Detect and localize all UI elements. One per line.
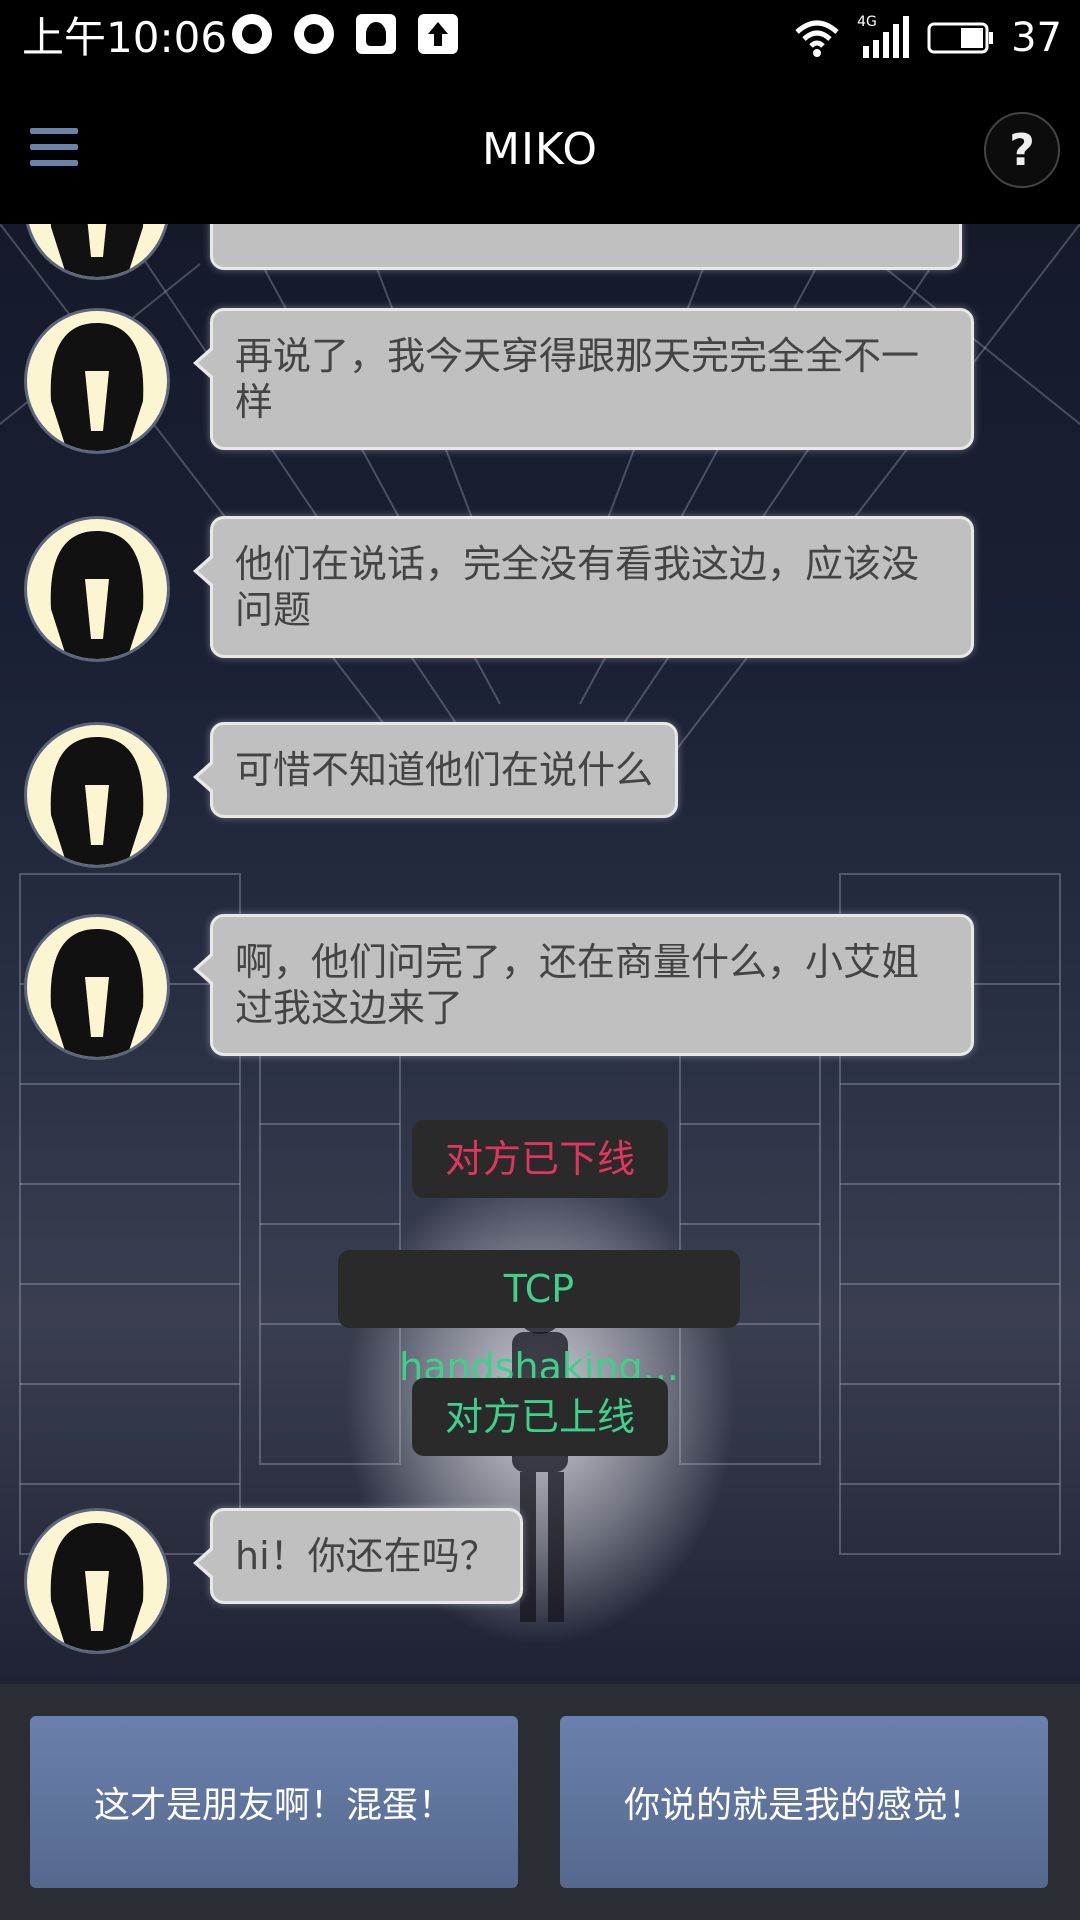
reply-options: 这才是朋友啊！混蛋！ 你说的就是我的感觉！ <box>0 1684 1080 1920</box>
avatar <box>24 1508 170 1654</box>
avatar <box>24 516 170 662</box>
battery-icon <box>927 18 995 58</box>
status-right: 4G 37 <box>793 10 1062 66</box>
page-title: MIKO <box>481 124 599 175</box>
status-bar: 上午10:06 4G 37 <box>0 0 1080 76</box>
battery-level: 37 <box>1011 15 1062 61</box>
message-bubble <box>210 224 962 270</box>
system-status-handshake: TCP handshaking... <box>338 1250 740 1389</box>
sync-icon <box>232 14 272 54</box>
help-button[interactable]: ? <box>984 112 1060 188</box>
system-status-offline: 对方已下线 <box>412 1120 668 1198</box>
sync-icon <box>294 14 334 54</box>
system-status-online: 对方已上线 <box>412 1378 668 1456</box>
status-time: 上午10:06 <box>22 13 228 62</box>
avatar <box>24 722 170 868</box>
message-bubble: hi！你还在吗？ <box>193 1508 523 1604</box>
network-type: 4G <box>857 14 877 30</box>
message-bubble: 他们在说话，完全没有看我这边，应该没问题 <box>193 516 974 658</box>
qq-icon <box>356 14 396 54</box>
message-bubble: 再说了，我今天穿得跟那天完完全全不一样 <box>193 308 974 450</box>
wifi-icon <box>793 18 841 58</box>
avatar <box>24 308 170 454</box>
upload-icon <box>418 14 458 54</box>
signal-icon: 4G <box>857 14 911 60</box>
avatar <box>24 914 170 1060</box>
notification-icons <box>232 14 458 54</box>
reply-option-button[interactable]: 这才是朋友啊！混蛋！ <box>30 1716 518 1888</box>
app-bar: MIKO ? <box>0 76 1080 224</box>
chat-area[interactable]: 再说了，我今天穿得跟那天完完全全不一样 他们在说话，完全没有看我这边，应该没问题… <box>0 224 1080 1684</box>
reply-option-button[interactable]: 你说的就是我的感觉！ <box>560 1716 1048 1888</box>
message-bubble: 啊，他们问完了，还在商量什么，小艾姐过我这边来了 <box>193 914 974 1056</box>
message-bubble: 可惜不知道他们在说什么 <box>192 722 679 818</box>
